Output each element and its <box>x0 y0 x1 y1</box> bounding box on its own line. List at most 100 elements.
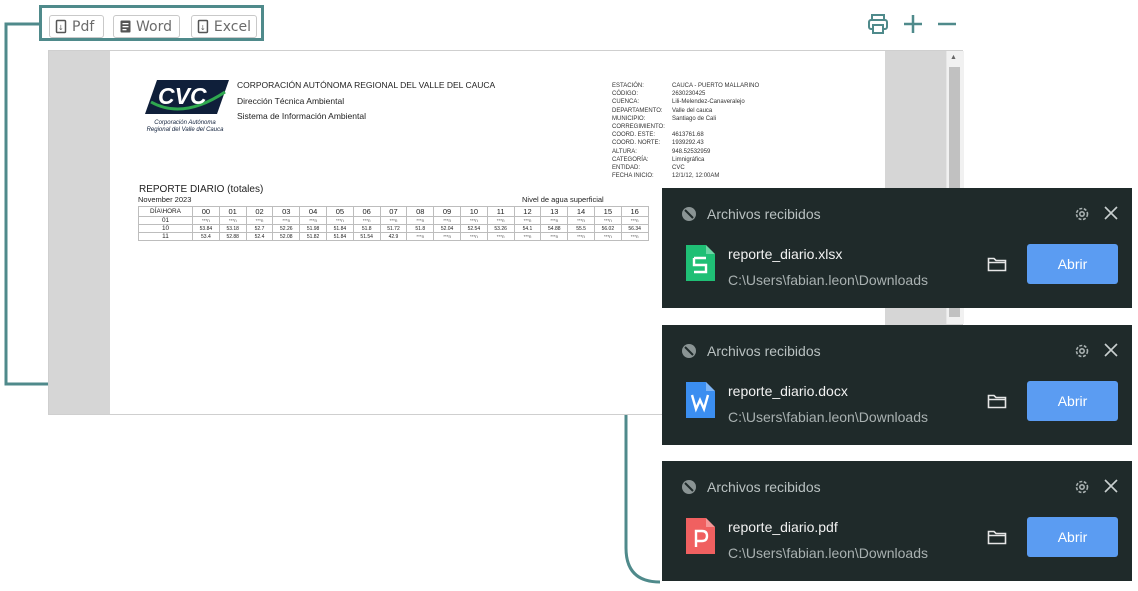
table-cell: 53.26 <box>486 224 515 233</box>
file-name: reporte_diario.docx <box>728 383 848 399</box>
table-cell: 51.82 <box>299 232 327 241</box>
table-cell: 51.84 <box>325 232 354 241</box>
table-header-cell: 11 <box>486 206 515 217</box>
table-header-cell: 12 <box>513 206 542 217</box>
table-cell: ***n <box>567 232 595 241</box>
notification-docx: Archivos recibidos reporte_diario.docx C… <box>662 325 1132 445</box>
meta-label: COORD. NORTE: <box>612 140 661 147</box>
table-cell: ***n <box>325 216 354 225</box>
table-cell: ***n <box>567 216 595 225</box>
export-excel-label: Excel <box>213 18 251 35</box>
report-variable: Nivel de agua superficial <box>522 195 604 204</box>
table-cell: ***n <box>459 216 488 225</box>
table-cell: 55.5 <box>567 224 595 233</box>
table-cell: ***n <box>486 216 515 225</box>
meta-label: ALTURA: <box>612 148 637 155</box>
file-name: reporte_diario.xlsx <box>728 246 843 262</box>
meta-value: 2630230425 <box>672 91 706 98</box>
gear-icon[interactable] <box>1073 342 1091 360</box>
table-cell: ***n <box>299 216 327 225</box>
meta-label: COORD. ESTE: <box>612 132 656 139</box>
table-header-cell: 04 <box>299 206 327 217</box>
table-cell: 54.1 <box>513 224 542 233</box>
scroll-up-arrow-icon[interactable]: ▲ <box>950 54 957 61</box>
table-cell: 52.04 <box>433 224 461 233</box>
table-cell-day: 11 <box>138 232 193 241</box>
table-cell: ***n <box>459 232 488 241</box>
file-path: C:\Users\fabian.leon\Downloads <box>728 545 928 561</box>
printer-icon[interactable] <box>867 13 889 35</box>
table-header-cell: 06 <box>352 206 381 217</box>
ban-icon <box>682 207 696 221</box>
table-cell: 53.84 <box>192 224 220 233</box>
close-icon[interactable] <box>1103 342 1119 358</box>
meta-value: Limnigráfica <box>672 156 705 163</box>
open-file-button[interactable]: Abrir <box>1027 517 1118 557</box>
zoom-out-icon[interactable] <box>936 13 958 35</box>
table-cell: 51.72 <box>379 224 408 233</box>
word-file-icon <box>683 380 717 425</box>
word-export-icon <box>120 20 131 32</box>
table-header-cell: 14 <box>567 206 595 217</box>
table-cell: ***n <box>620 232 649 241</box>
svg-text:↓: ↓ <box>58 24 64 32</box>
table-cell: ***n <box>379 216 408 225</box>
folder-icon[interactable] <box>987 256 1007 272</box>
table-cell: 51.8 <box>406 224 435 233</box>
table-cell: 52.08 <box>272 232 301 241</box>
table-cell: ***n <box>513 216 542 225</box>
close-icon[interactable] <box>1103 478 1119 494</box>
table-cell: 54.88 <box>540 224 569 233</box>
folder-icon[interactable] <box>987 529 1007 545</box>
open-file-button[interactable]: Abrir <box>1027 381 1118 421</box>
table-header-cell: 10 <box>459 206 488 217</box>
station-meta-labels: ESTACIÓN: CÓDIGO: CUENCA: DEPARTAMENTO: MUNI… <box>612 82 665 180</box>
folder-icon[interactable] <box>987 393 1007 409</box>
table-row: 01 ***n ***n ***n ***n ***n ***n ***n ***n ***n **… <box>138 216 649 225</box>
meta-label: FECHA INICIO: <box>612 173 654 180</box>
meta-label: DEPARTAMENTO: <box>612 107 663 114</box>
open-file-button[interactable]: Abrir <box>1027 244 1118 284</box>
export-toolbar: ↓ Pdf Word ↓ Excel <box>39 5 264 41</box>
notification-xlsx: Archivos recibidos reporte_diario.xlsx C… <box>662 188 1132 308</box>
pdf-file-icon <box>683 516 717 561</box>
export-word-label: Word <box>136 18 172 35</box>
table-cell: ***n <box>272 216 301 225</box>
table-cell: 51.84 <box>325 224 354 233</box>
gear-icon[interactable] <box>1073 478 1091 496</box>
table-cell: ***n <box>406 216 435 225</box>
table-cell: ***n <box>218 216 247 225</box>
notification-header: Archivos recibidos <box>707 206 821 222</box>
table-cell: 52.4 <box>245 232 274 241</box>
meta-label: ENTIDAD: <box>612 165 641 172</box>
ban-icon <box>682 344 696 358</box>
table-header-cell: DÍA\HORA <box>138 206 193 217</box>
table-cell: ***n <box>352 216 381 225</box>
export-pdf-label: Pdf <box>72 18 95 35</box>
meta-value: CVC <box>672 165 685 172</box>
table-header-row: DÍA\HORA 00 01 02 03 04 05 06 07 08 09 10 11 12 13 14 15… <box>138 206 649 217</box>
close-icon[interactable] <box>1103 205 1119 221</box>
table-cell: 56.34 <box>620 224 649 233</box>
org-name: CORPORACIÓN AUTÓNOMA REGIONAL DEL VALLE … <box>237 80 496 90</box>
meta-label: CORREGIMIENTO: <box>612 124 665 131</box>
table-header-cell: 13 <box>540 206 569 217</box>
table-cell: 52.26 <box>272 224 301 233</box>
table-header-cell: 08 <box>406 206 435 217</box>
report-month: November 2023 <box>138 195 192 204</box>
report-title: REPORTE DIARIO (totales) <box>139 184 264 195</box>
table-header-cell: 15 <box>593 206 622 217</box>
meta-value: Santiago de Cali <box>672 115 717 122</box>
gear-icon[interactable] <box>1073 205 1091 223</box>
table-cell: ***n <box>433 216 461 225</box>
export-word-button[interactable]: Word <box>113 15 180 38</box>
notification-header: Archivos recibidos <box>707 343 821 359</box>
export-pdf-button[interactable]: ↓ Pdf <box>49 15 104 38</box>
table-cell: 53.18 <box>218 224 247 233</box>
export-excel-button[interactable]: ↓ Excel <box>191 15 257 38</box>
report-table: DÍA\HORA 00 01 02 03 04 05 06 07 08 09 10 11 12 13 14 15… <box>138 206 649 241</box>
table-row: 10 53.84 53.18 52.7 52.26 51.98 51.84 51.8 51.72… <box>138 224 649 233</box>
zoom-in-icon[interactable] <box>902 13 924 35</box>
table-cell: ***n <box>593 232 622 241</box>
table-cell: ***n <box>540 232 569 241</box>
